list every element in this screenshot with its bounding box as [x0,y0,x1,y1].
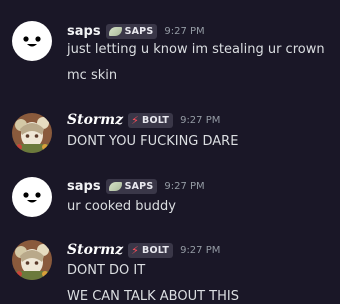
avatar-portrait-icon [12,113,52,153]
message-header: Stormz ⚡ BOLT 9:27 PM [67,241,220,259]
server-tag[interactable]: ⚡ BOLT [128,112,174,128]
timestamp: 9:27 PM [180,114,221,126]
server-tag-label: SAPS [124,180,154,192]
server-tag-label: BOLT [142,114,170,126]
leaf-icon [108,181,122,191]
message-text: DONT DO IT [67,263,146,278]
server-tag[interactable]: SAPS [105,23,158,39]
username[interactable]: Stormz [67,242,123,258]
server-tag[interactable]: ⚡ BOLT [128,242,174,258]
avatar[interactable] [12,177,52,217]
username[interactable]: saps [67,179,101,194]
timestamp: 9:27 PM [164,180,205,192]
smiley-face-icon [23,36,41,47]
message-header: saps SAPS 9:27 PM [67,22,205,40]
message-text: DONT YOU FUCKING DARE [67,134,239,149]
message-text: mc skin [67,68,118,83]
timestamp: 9:27 PM [164,25,205,37]
server-tag[interactable]: SAPS [105,178,158,194]
username[interactable]: Stormz [67,112,123,128]
smiley-face-icon [23,192,41,203]
chat-message-list: saps SAPS 9:27 PM just letting u know im… [0,0,340,304]
avatar[interactable] [12,21,52,61]
lightning-bolt-icon: ⚡ [131,243,139,257]
message-header: saps SAPS 9:27 PM [67,177,205,195]
avatar-portrait-icon [12,240,52,280]
message-text: just letting u know im stealing ur crown [67,42,325,57]
timestamp: 9:27 PM [180,244,221,256]
avatar[interactable] [12,240,52,280]
message-text: ur cooked buddy [67,199,176,214]
server-tag-label: SAPS [124,25,154,37]
lightning-bolt-icon: ⚡ [131,113,139,127]
message-header: Stormz ⚡ BOLT 9:27 PM [67,111,220,129]
username[interactable]: saps [67,24,101,39]
avatar[interactable] [12,113,52,153]
server-tag-label: BOLT [142,244,170,256]
leaf-icon [108,26,122,36]
